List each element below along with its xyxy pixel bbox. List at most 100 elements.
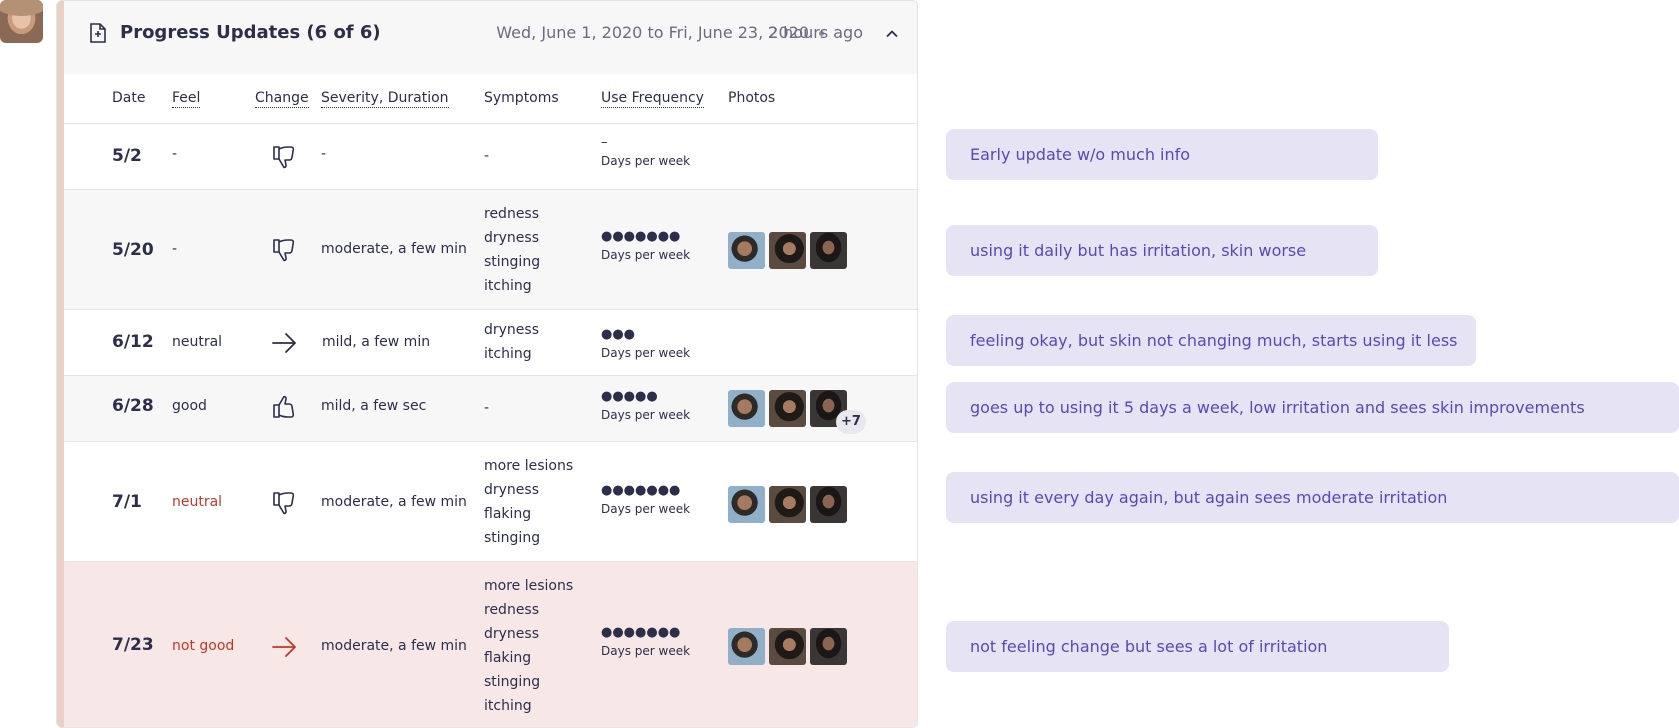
symptom: stinging [484,530,541,546]
more-photos-badge[interactable]: +7 [836,410,866,434]
row-symptoms: dryness itching [484,318,539,366]
table-row-highlighted[interactable]: 7/23 not good moderate, a few min more l… [64,562,917,727]
arrow-right-icon [272,637,296,657]
annotation-note: using it daily but has irritation, skin … [946,225,1378,276]
progress-note-icon [90,23,106,43]
thumbs-down-icon [273,239,295,262]
row-severity: moderate, a few min [321,638,467,654]
thumbs-up-icon [273,395,295,418]
frequency-label: Days per week [601,644,691,658]
frequency-dots: ●●●●●●● [601,483,681,498]
row-symptoms: - [484,144,489,168]
row-symptoms: - [484,396,489,420]
photo-thumbnail[interactable] [728,390,765,427]
symptom: dryness [484,482,540,498]
symptom: - [484,400,490,416]
date-range: Wed, June 1, 2020 to Fri, June 23, 2020 [496,23,809,42]
panel-title: Progress Updates (6 of 6) [120,22,381,43]
annotation-note: Early update w/o much info [946,129,1378,180]
col-photos: Photos [728,90,776,106]
avatar [0,0,43,43]
symptom: more lesions [484,458,574,474]
symptom: dryness [484,230,540,246]
photo-thumbnail[interactable] [769,628,806,665]
annotation-note: feeling okay, but skin not changing much… [946,315,1476,366]
photo-thumbnail[interactable] [810,232,847,269]
panel-accent-bar [57,1,64,727]
photo-thumbnail[interactable] [728,486,765,523]
photo-thumbnail[interactable] [810,486,847,523]
thumbs-down-icon [273,492,295,515]
col-symptoms: Symptoms [484,90,559,106]
row-feel: neutral [172,334,223,350]
col-change[interactable]: Change [255,90,309,108]
row-date: 5/20 [112,240,154,260]
col-severity[interactable]: Severity, Duration [321,90,449,108]
photo-strip[interactable] [728,390,847,427]
frequency-dots: ●●● [601,327,636,342]
arrow-right-icon [272,333,296,353]
photo-thumbnail[interactable] [810,628,847,665]
photo-strip[interactable] [728,628,847,665]
panel-header: Progress Updates (6 of 6) Wed, June 1, 2… [64,1,917,74]
row-date: 6/28 [112,396,154,416]
frequency-dots: ●●●●● [601,389,658,404]
symptom: itching [484,346,532,362]
updated-time: 2 hours ago [767,23,863,42]
symptom: stinging [484,674,541,690]
photo-strip[interactable] [728,486,847,523]
table-row[interactable]: 6/12 neutral mild, a few min dryness itc… [64,310,917,376]
symptom: redness [484,206,540,222]
symptom: stinging [484,254,541,270]
symptom: dryness [484,322,540,338]
table-row[interactable]: 5/2 - - - – Days per week [64,124,917,190]
row-feel: not good [172,638,235,654]
frequency-label: Days per week [601,502,691,516]
symptom: - [484,148,490,164]
row-feel: neutral [172,494,223,510]
progress-updates-panel: Progress Updates (6 of 6) Wed, June 1, 2… [56,0,918,728]
photo-thumbnail[interactable] [728,232,765,269]
row-severity: mild, a few min [322,334,431,350]
col-use-frequency[interactable]: Use Frequency [601,90,704,108]
row-frequency: ●●●●●●● Days per week [601,483,691,517]
row-date: 6/12 [112,332,154,352]
table-row[interactable]: 7/1 neutral moderate, a few min more les… [64,442,917,562]
row-severity: moderate, a few min [321,494,467,510]
thumbs-down-icon [273,146,295,169]
table-row[interactable]: 6/28 good mild, a few sec - ●●●●● Days p… [64,376,917,442]
symptom: flaking [484,506,532,522]
photo-thumbnail[interactable] [769,486,806,523]
progress-table: Date Feel Change Severity, Duration Symp… [64,74,917,727]
row-frequency: ●●● Days per week [601,327,690,361]
row-severity: - [321,146,327,162]
annotation-note: goes up to using it 5 days a week, low i… [946,382,1679,433]
frequency-label: Days per week [601,154,691,168]
symptom: flaking [484,650,532,666]
row-frequency: ●●●●●●● Days per week [601,625,691,659]
row-frequency: ●●●●● Days per week [601,389,691,423]
row-date: 7/1 [112,492,142,512]
row-severity: mild, a few sec [321,398,427,414]
symptom: itching [484,278,532,294]
photo-strip[interactable] [728,232,847,269]
symptom: more lesions [484,578,574,594]
col-date: Date [112,90,146,106]
photo-thumbnail[interactable] [769,390,806,427]
symptom: redness [484,602,540,618]
row-symptoms: redness dryness stinging itching [484,202,540,298]
photo-thumbnail[interactable] [728,628,765,665]
row-feel: - [172,241,178,257]
row-feel: - [172,146,178,162]
photo-thumbnail[interactable] [769,232,806,269]
annotation-note: using it every day again, but again sees… [946,472,1679,523]
symptom: dryness [484,626,540,642]
chevron-up-icon[interactable] [883,25,901,43]
col-feel[interactable]: Feel [172,90,201,108]
frequency-dots: ●●●●●●● [601,229,681,244]
table-row[interactable]: 5/20 - moderate, a few min redness dryne… [64,190,917,310]
frequency-label: Days per week [601,408,691,422]
annotation-note: not feeling change but sees a lot of irr… [946,621,1449,672]
frequency-dots: ●●●●●●● [601,625,681,640]
frequency-dots: – [601,135,608,150]
